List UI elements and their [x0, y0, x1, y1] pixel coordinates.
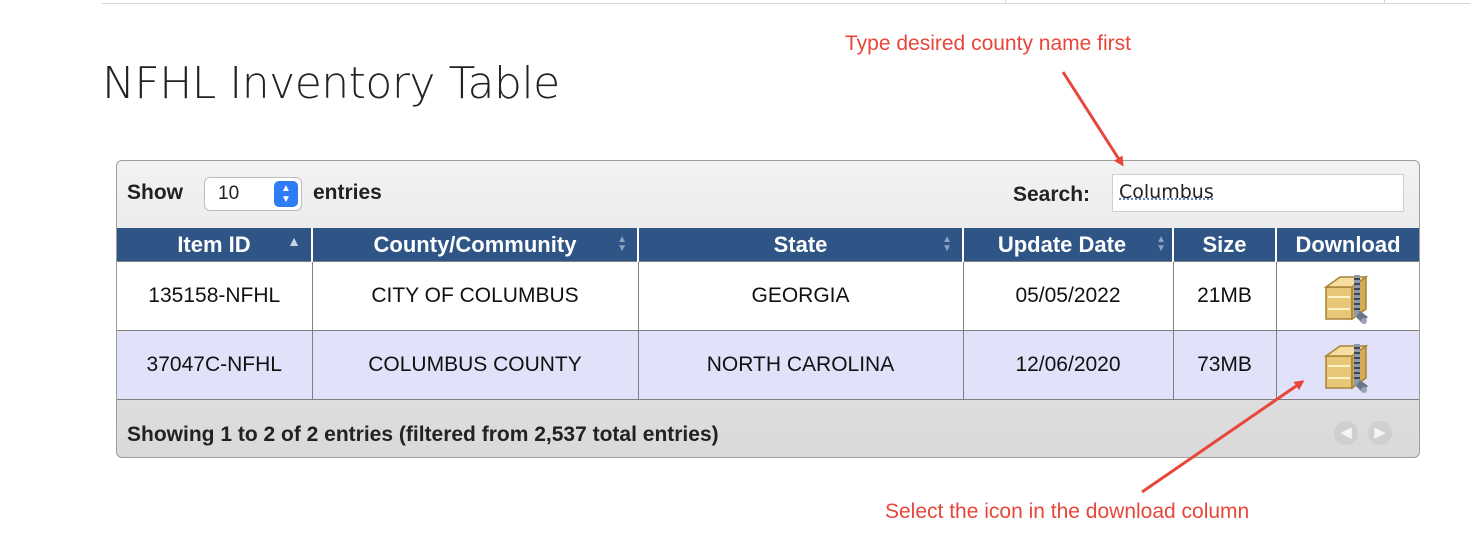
annotation-type-county: Type desired county name first [845, 32, 1131, 55]
column-header-state[interactable]: State ▲ ▼ [638, 228, 964, 262]
cell-download [1275, 330, 1419, 400]
search-label: Search: [1013, 183, 1091, 206]
column-header-label: County/Community [373, 231, 577, 257]
previous-page-icon[interactable]: ◀ [1334, 421, 1358, 445]
cell-item-id: 37047C-NFHL [117, 330, 313, 400]
next-page-icon[interactable]: ▶ [1368, 421, 1392, 445]
sort-icon: ▲ ▼ [1156, 234, 1166, 254]
zip-archive-icon[interactable] [1318, 336, 1378, 394]
page-title: NFHL Inventory Table [102, 58, 560, 109]
column-header-county[interactable]: County/Community ▲ ▼ [312, 228, 639, 262]
table-header-row: Item ID ▲ County/Community ▲ ▼ State ▲ ▼ U… [117, 228, 1419, 262]
column-header-label: State [773, 231, 828, 257]
column-header-label: Size [1202, 231, 1247, 257]
sort-icon: ▲ ▼ [942, 234, 952, 254]
sort-ascending-icon: ▲ [287, 233, 301, 249]
column-header-update-date[interactable]: Update Date ▲ ▼ [963, 228, 1174, 262]
cell-county: CITY OF COLUMBUS [311, 261, 639, 331]
divider-tick [1005, 0, 1006, 3]
cell-size: 73MB [1172, 330, 1277, 400]
inventory-table-wrapper: Show 10 ▲ ▼ entries Search: Columbus Item… [116, 160, 1420, 458]
table-info: Showing 1 to 2 of 2 entries (filtered fr… [127, 423, 719, 446]
table-row: 135158-NFHL CITY OF COLUMBUS GEORGIA 05/… [117, 261, 1419, 331]
table-row: 37047C-NFHL COLUMBUS COUNTY NORTH CAROLI… [117, 330, 1419, 400]
column-header-label: Download [1295, 231, 1401, 257]
cell-state: NORTH CAROLINA [637, 330, 964, 400]
page-size-value: 10 [218, 183, 240, 204]
top-divider [102, 0, 1470, 4]
entries-label: entries [313, 181, 382, 204]
search-input[interactable]: Columbus [1112, 174, 1404, 212]
cell-update-date: 12/06/2020 [962, 330, 1174, 400]
column-header-item-id[interactable]: Item ID ▲ [117, 228, 313, 262]
inventory-table: Item ID ▲ County/Community ▲ ▼ State ▲ ▼ U… [117, 228, 1419, 400]
sort-icon: ▲ ▼ [617, 234, 627, 254]
cell-item-id: 135158-NFHL [117, 261, 313, 331]
cell-size: 21MB [1172, 261, 1277, 331]
show-label: Show [127, 181, 183, 204]
zip-archive-icon[interactable] [1318, 267, 1378, 325]
column-header-label: Update Date [997, 231, 1127, 257]
table-toolbar: Show 10 ▲ ▼ entries Search: Columbus [117, 161, 1419, 227]
cell-download [1275, 261, 1419, 331]
column-header-label: Item ID [177, 231, 251, 257]
arrow-to-search [1061, 71, 1124, 167]
page-size-select[interactable]: 10 ▲ ▼ [204, 177, 302, 211]
cell-county: COLUMBUS COUNTY [311, 330, 639, 400]
cell-update-date: 05/05/2022 [962, 261, 1174, 331]
cell-state: GEORGIA [637, 261, 964, 331]
column-header-download: Download [1276, 228, 1419, 262]
chevron-up-down-icon: ▲ ▼ [274, 181, 298, 207]
table-footer: Showing 1 to 2 of 2 entries (filtered fr… [117, 401, 1419, 457]
column-header-size[interactable]: Size [1173, 228, 1277, 262]
divider-tick [1384, 0, 1385, 3]
annotation-select-icon: Select the icon in the download column [885, 500, 1250, 523]
